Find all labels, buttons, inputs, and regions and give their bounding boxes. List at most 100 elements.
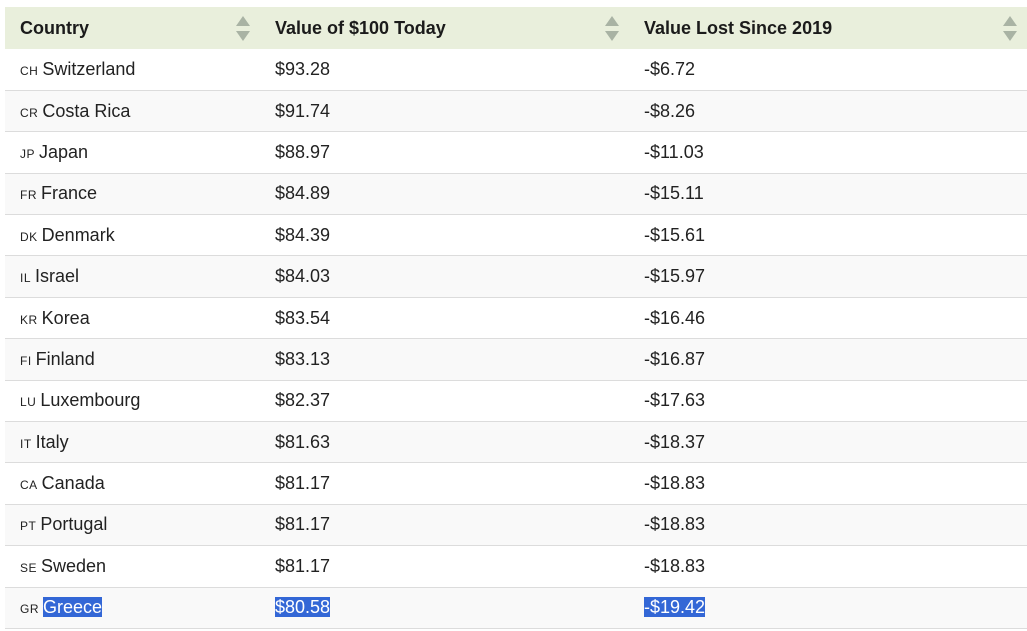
- country-name: Finland: [35, 348, 95, 369]
- value-lost-cell: -$15.61: [629, 215, 1027, 256]
- value-today-cell: $83.54: [260, 297, 629, 338]
- country-cell: IT Italy: [5, 422, 260, 463]
- value-lost-cell: -$16.87: [629, 339, 1027, 380]
- country-name: France: [41, 183, 98, 204]
- country-code: CA: [20, 478, 38, 493]
- value-today-cell: $91.74: [260, 90, 629, 131]
- value-lost-cell: -$18.83: [629, 504, 1027, 545]
- country-cell: KR Korea: [5, 297, 260, 338]
- value-today-cell: $81.17: [260, 463, 629, 504]
- country-name: Denmark: [41, 224, 115, 245]
- country-cell: IL Israel: [5, 256, 260, 297]
- country-code: JP: [20, 146, 36, 161]
- country-cell: GR Greece: [5, 587, 260, 628]
- country-name: Canada: [41, 473, 105, 494]
- country-code: GR: [20, 602, 39, 617]
- inflation-table: Country Value of $100 Today Value Lost S…: [5, 7, 1027, 629]
- column-header-country[interactable]: Country: [5, 7, 260, 49]
- value-lost-cell: -$18.83: [629, 463, 1027, 504]
- value-today-cell: $81.63: [260, 422, 629, 463]
- table-header: Country Value of $100 Today Value Lost S…: [5, 7, 1027, 49]
- value-today-cell: $84.39: [260, 215, 629, 256]
- table-row: SE Sweden $81.17 -$18.83: [5, 545, 1027, 588]
- table-row: IL Israel $84.03 -$15.97: [5, 255, 1027, 298]
- value-lost: -$16.46: [644, 307, 706, 328]
- country-code: FR: [20, 188, 37, 203]
- country-cell: CH Switzerland: [5, 49, 260, 90]
- value-lost-cell: -$6.72: [629, 49, 1027, 90]
- column-header-value-lost[interactable]: Value Lost Since 2019: [629, 7, 1027, 49]
- value-today: $81.17: [275, 555, 331, 576]
- country-code: IT: [20, 436, 32, 451]
- country-cell: CR Costa Rica: [5, 90, 260, 131]
- value-today: $81.17: [275, 514, 331, 535]
- value-lost: -$19.42: [644, 597, 706, 618]
- table-row: LU Luxembourg $82.37 -$17.63: [5, 380, 1027, 422]
- value-lost: -$18.83: [644, 473, 706, 494]
- country-cell: SE Sweden: [5, 546, 260, 587]
- value-lost-cell: -$19.42: [629, 587, 1027, 628]
- value-lost-cell: -$18.37: [629, 422, 1027, 463]
- value-today: $84.03: [275, 266, 331, 287]
- value-today-cell: $84.89: [260, 173, 629, 214]
- country-code: CR: [20, 105, 39, 120]
- value-today-cell: $93.28: [260, 49, 629, 90]
- value-lost-cell: -$8.26: [629, 90, 1027, 131]
- value-today: $83.54: [275, 307, 331, 328]
- sort-arrows-icon[interactable]: [236, 16, 250, 42]
- table-row: FR France $84.89 -$15.11: [5, 173, 1027, 215]
- value-lost: -$16.87: [644, 348, 706, 369]
- value-today: $93.28: [275, 58, 331, 79]
- sort-arrows-icon[interactable]: [605, 16, 619, 42]
- column-header-label: Value Lost Since 2019: [644, 17, 833, 38]
- country-cell: LU Luxembourg: [5, 380, 260, 421]
- value-today: $81.63: [275, 431, 331, 452]
- table-row: KR Korea $83.54 -$16.46: [5, 297, 1027, 339]
- value-lost-cell: -$15.97: [629, 256, 1027, 297]
- country-code: SE: [20, 560, 38, 575]
- value-today-cell: $80.58: [260, 587, 629, 628]
- table-row: CR Costa Rica $91.74 -$8.26: [5, 90, 1027, 132]
- value-today-cell: $84.03: [260, 256, 629, 297]
- value-lost: -$17.63: [644, 390, 706, 411]
- country-cell: FR France: [5, 173, 260, 214]
- country-code: IL: [20, 271, 32, 286]
- country-name: Portugal: [40, 514, 108, 535]
- value-lost: -$15.11: [644, 183, 704, 204]
- value-today: $81.17: [275, 473, 331, 494]
- value-lost: -$18.83: [644, 514, 706, 535]
- value-today: $80.58: [275, 597, 331, 618]
- table-row: CH Switzerland $93.28 -$6.72: [5, 49, 1027, 91]
- table-row: CA Canada $81.17 -$18.83: [5, 462, 1027, 505]
- table-row: DK Denmark $84.39 -$15.61: [5, 214, 1027, 256]
- country-name: Japan: [39, 141, 89, 162]
- value-lost: -$15.97: [644, 266, 706, 287]
- value-lost-cell: -$16.46: [629, 297, 1027, 338]
- country-name: Israel: [35, 266, 80, 287]
- country-name: Costa Rica: [42, 100, 131, 121]
- value-today: $84.39: [275, 224, 331, 245]
- table-row: IT Italy $81.63 -$18.37: [5, 421, 1027, 463]
- table-row: FI Finland $83.13 -$16.87: [5, 338, 1027, 381]
- country-code: FI: [20, 353, 32, 368]
- country-code: CH: [20, 63, 39, 78]
- country-name: Korea: [41, 307, 90, 328]
- country-cell: JP Japan: [5, 132, 260, 173]
- country-name: Sweden: [41, 555, 107, 576]
- value-today-cell: $88.97: [260, 132, 629, 173]
- table-row: JP Japan $88.97 -$11.03: [5, 131, 1027, 174]
- column-header-value-today[interactable]: Value of $100 Today: [260, 7, 629, 49]
- sort-arrows-icon[interactable]: [1003, 16, 1017, 42]
- table-row: GR Greece $80.58 -$19.42: [5, 587, 1027, 629]
- value-today: $91.74: [275, 100, 331, 121]
- value-lost-cell: -$18.83: [629, 546, 1027, 587]
- country-cell: PT Portugal: [5, 504, 260, 545]
- country-cell: DK Denmark: [5, 215, 260, 256]
- value-today-cell: $81.17: [260, 504, 629, 545]
- country-name: Luxembourg: [40, 390, 141, 411]
- country-code: PT: [20, 519, 37, 534]
- country-name: Switzerland: [42, 58, 136, 79]
- value-today: $83.13: [275, 348, 331, 369]
- header-row: Country Value of $100 Today Value Lost S…: [5, 7, 1027, 49]
- column-header-label: Country: [20, 17, 89, 38]
